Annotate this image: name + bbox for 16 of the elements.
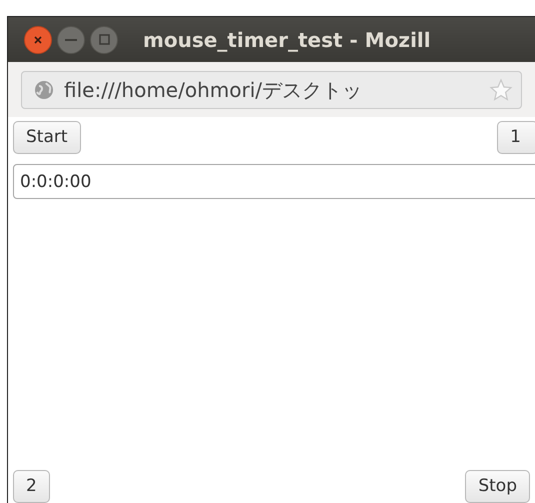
minimize-icon xyxy=(65,38,77,40)
url-text: file:///home/ohmori/デスクトッ xyxy=(64,76,363,104)
window-title: mouse_timer_test - Mozill xyxy=(143,26,431,54)
maximize-icon xyxy=(98,34,110,45)
close-button[interactable] xyxy=(24,26,52,54)
stop-button[interactable]: Stop xyxy=(465,470,530,503)
address-bar[interactable]: file:///home/ohmori/デスクトッ xyxy=(21,70,522,108)
number-button[interactable]: 2 xyxy=(13,470,50,503)
start-button[interactable]: Start xyxy=(13,121,81,154)
maximize-button[interactable] xyxy=(90,26,118,54)
close-icon xyxy=(33,34,43,44)
globe-icon xyxy=(34,80,54,100)
minimize-button[interactable] xyxy=(57,26,85,54)
time-field[interactable]: 0:0:0:00 xyxy=(13,164,535,199)
number-button[interactable]: 1 xyxy=(497,121,535,154)
star-icon[interactable] xyxy=(489,78,513,102)
